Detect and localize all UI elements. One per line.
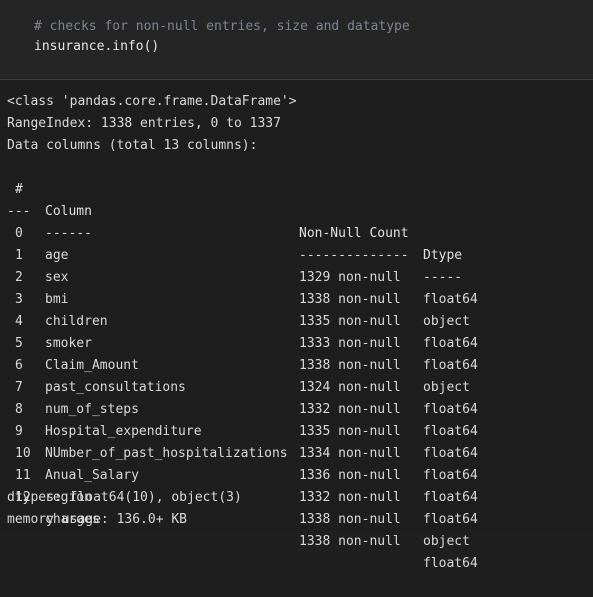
cell-output: <class 'pandas.core.frame.DataFrame'> Ra…	[0, 81, 593, 571]
table-row: 4 smoker 1338 non-null object	[0, 289, 593, 395]
row-dtype: float64	[423, 512, 478, 527]
table-row: 1 sex 1338 non-null object	[0, 223, 593, 329]
output-range-index: RangeIndex: 1338 entries, 0 to 1337	[7, 116, 281, 131]
code-statement[interactable]: insurance.info()	[34, 37, 159, 57]
row-dtype: float64	[423, 490, 478, 505]
code-comment: # checks for non-null entries, size and …	[34, 19, 410, 34]
table-row: 7 num_of_steps 1335 non-null float64	[0, 355, 593, 461]
table-row: 8 Hospital_expenditure 1334 non-null flo…	[0, 377, 593, 483]
output-memory-line: memory usage: 136.0+ KB	[7, 512, 188, 527]
output-dtypes-line: dtypes: float64(10), object(3)	[7, 490, 242, 505]
table-row: 12 charges 1338 non-null float64	[0, 465, 593, 571]
table-row: 2 bmi 1335 non-null float64	[0, 245, 593, 351]
row-dtype: float64	[423, 556, 478, 571]
notebook-view: # checks for non-null entries, size and …	[0, 0, 593, 571]
output-data-columns: Data columns (total 13 columns):	[7, 138, 258, 153]
table-row: 0 age 1329 non-null float64	[0, 201, 593, 307]
row-dtype: object	[423, 534, 470, 549]
info-header-row: # Column Non-Null Count Dtype	[0, 157, 593, 263]
code-cell[interactable]: # checks for non-null entries, size and …	[0, 0, 593, 80]
info-separator-row: --- ------ -------------- -----	[0, 179, 593, 285]
table-row: 9 NUmber_of_past_hospitalizations 1336 n…	[0, 399, 593, 505]
table-row: 11 region 1338 non-null object	[0, 443, 593, 549]
row-count: 1338 non-null	[299, 512, 401, 527]
table-row: 10 Anual_Salary 1332 non-null float64	[0, 421, 593, 527]
row-count: 1338 non-null	[299, 534, 401, 549]
row-count: 1332 non-null	[299, 490, 401, 505]
table-row: 5 Claim_Amount 1324 non-null float64	[0, 311, 593, 417]
output-class-line: <class 'pandas.core.frame.DataFrame'>	[7, 94, 297, 109]
table-row: 6 past_consultations 1332 non-null float…	[0, 333, 593, 439]
table-row: 3 children 1333 non-null float64	[0, 267, 593, 373]
